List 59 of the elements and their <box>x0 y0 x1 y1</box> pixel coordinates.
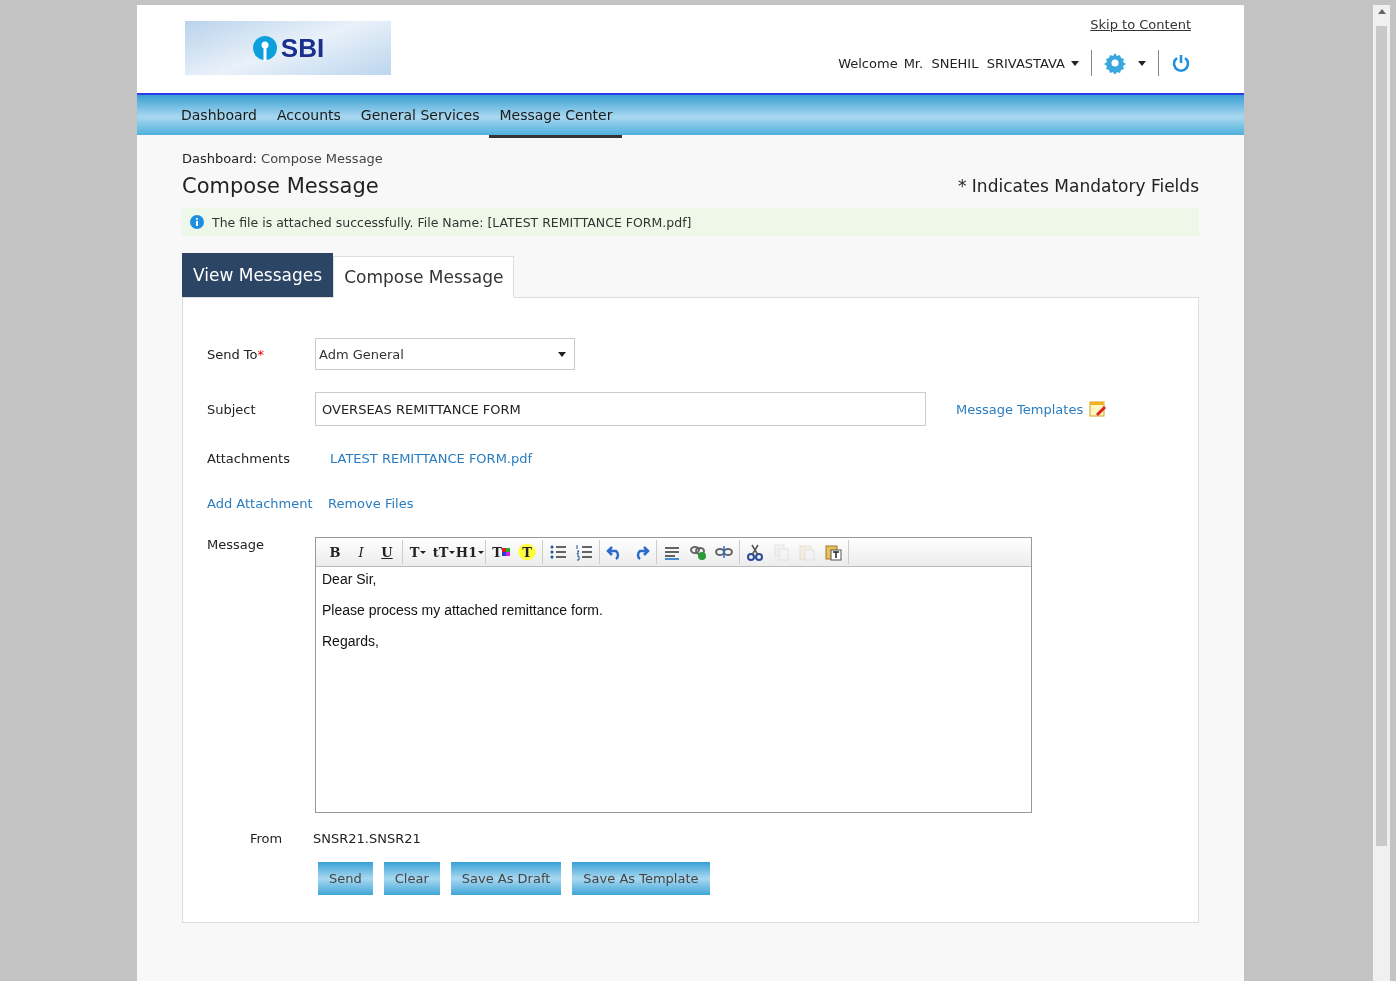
nav-item[interactable]: General Services <box>350 95 490 138</box>
message-line: Dear Sir, <box>322 571 378 587</box>
message-editor[interactable]: B I U T tT H1 T T Dear Sir, Please process my attached remittance form. Regards, <box>315 537 1032 813</box>
notice-text: The file is attached successfully. File Name: [LATEST REMITTANCE FORM.pdf] <box>212 214 692 230</box>
font-button[interactable]: T <box>405 540 431 564</box>
page-title: Compose Message <box>182 174 379 198</box>
attachment-link[interactable]: LATEST REMITTANCE FORM.pdf <box>330 451 533 466</box>
caret-icon[interactable] <box>1071 60 1079 66</box>
field-label: Message <box>207 537 265 552</box>
size-button[interactable]: tT <box>431 540 457 564</box>
nav-item[interactable]: Accounts <box>266 95 351 138</box>
action-button[interactable]: Send <box>318 862 373 895</box>
paste-text-icon <box>824 543 842 561</box>
field-label: From <box>250 831 284 846</box>
action-button[interactable]: Save As Draft <box>450 862 562 895</box>
breadcrumb: Dashboard: Compose Message <box>182 151 384 166</box>
message-line: Regards, <box>322 633 380 649</box>
field-label: Attachments <box>207 451 291 466</box>
color-swatch-icon <box>501 548 510 556</box>
sbi-logo[interactable]: SBI <box>185 21 391 75</box>
link-add-icon <box>689 543 707 561</box>
tab[interactable]: Compose Message <box>333 256 515 298</box>
welcome-text: Welcome <box>838 55 898 71</box>
bold-button[interactable]: B <box>322 540 348 564</box>
message-line: Please process my attached remittance form. <box>322 602 604 618</box>
color-button[interactable]: T <box>488 540 514 564</box>
remove-files-link[interactable]: Remove Files <box>328 496 414 511</box>
field-label: Send To* <box>207 346 266 362</box>
copy-icon <box>772 543 790 561</box>
note-edit-icon <box>1089 401 1108 417</box>
nav-item[interactable]: Message Center <box>489 95 623 138</box>
bullet-list-icon <box>549 543 567 561</box>
sender-id: SNSR21.SNSR21 <box>313 831 421 846</box>
mandatory-note: * Indicates Mandatory Fields <box>957 176 1199 196</box>
action-button[interactable]: Save As Template <box>572 862 710 895</box>
subject-field[interactable]: OVERSEAS REMITTANCE FORM <box>315 392 926 426</box>
info-icon <box>190 215 204 229</box>
skip-link[interactable]: Skip to Content <box>1090 17 1191 32</box>
nav-item[interactable]: Dashboard <box>171 95 267 138</box>
tab[interactable]: View Messages <box>182 253 334 297</box>
underline-button[interactable]: U <box>374 540 400 564</box>
paste-icon <box>798 543 816 561</box>
numbered-list-icon <box>575 543 593 561</box>
italic-button[interactable]: I <box>348 540 374 564</box>
settings-menu[interactable] <box>1104 52 1146 74</box>
scroll-up-icon[interactable] <box>1377 9 1386 14</box>
action-button[interactable]: Clear <box>383 862 440 895</box>
field-label: Subject <box>207 401 257 417</box>
recipient-dropdown[interactable]: Adm General <box>315 338 575 370</box>
scrollbar-thumb[interactable] <box>1376 26 1387 846</box>
add-attachment-link[interactable]: Add Attachment <box>207 496 328 511</box>
logo-icon <box>251 35 278 61</box>
unlink-icon <box>715 543 733 561</box>
templates-link[interactable]: Message Templates <box>956 401 1108 417</box>
user-menu[interactable]: Mr. SNEHIL SRIVASTAVA <box>903 55 1065 71</box>
power-icon[interactable] <box>1171 53 1191 73</box>
heading-button[interactable]: H1 <box>457 540 483 564</box>
scissors-icon <box>746 543 764 561</box>
settings-icon <box>1104 52 1126 74</box>
